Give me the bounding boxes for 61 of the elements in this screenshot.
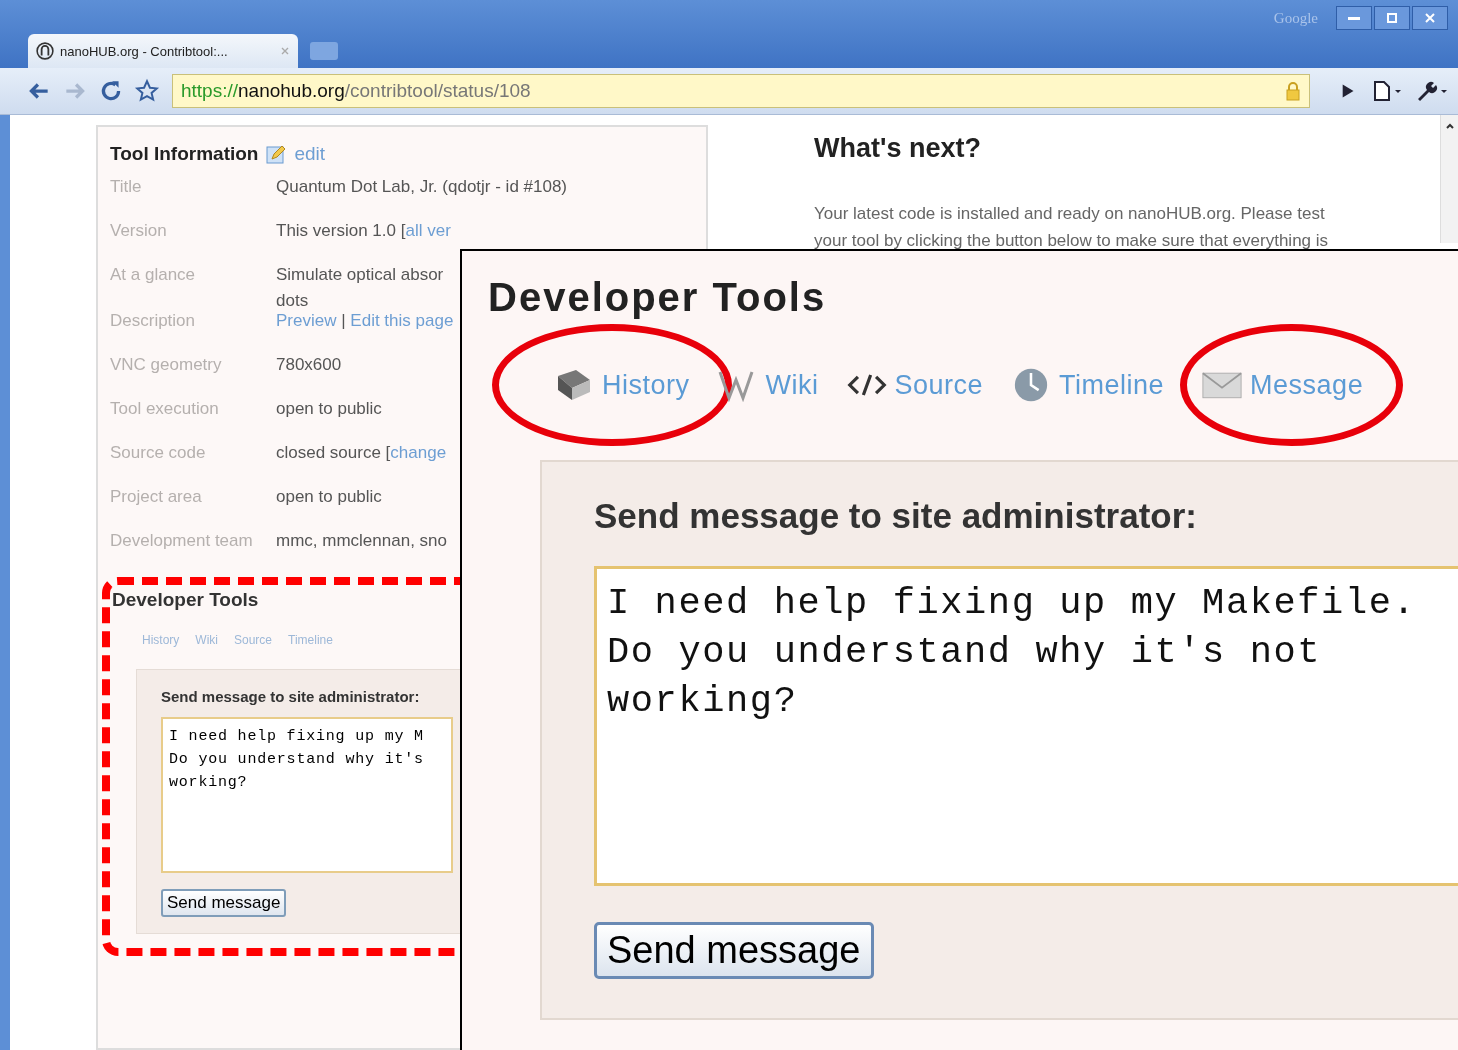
field-value: open to public <box>276 399 382 418</box>
paragraph: Your latest code is installed and ready on nanoHUB.org. Please test your tool by clicking the button below to make sure that everything is <box>814 203 1330 252</box>
panel-title: Developer Tools <box>488 275 828 320</box>
tool-tab[interactable]: Timeline <box>288 633 333 647</box>
message-field[interactable]: I need help fixing up my Makefile. Do you understand why it's not working? <box>594 566 1458 886</box>
edit-link[interactable]: edit <box>294 143 326 165</box>
field-value: closed source [ <box>276 443 391 462</box>
field-value: dots <box>276 291 310 311</box>
maximize-icon <box>1386 12 1398 24</box>
tool-tab[interactable]: History <box>142 633 180 647</box>
field-label: Source code <box>110 443 207 464</box>
field-label: Version <box>110 221 168 242</box>
send-button[interactable]: Send message <box>594 922 874 979</box>
star-icon[interactable] <box>134 78 160 104</box>
field-value: | <box>340 311 347 330</box>
field-label: Development team <box>110 531 254 552</box>
field-value: mmc, mmclennan, sno <box>276 531 447 550</box>
minimize-icon <box>1348 16 1360 20</box>
tool-tab[interactable]: Timeline <box>1011 368 1165 402</box>
tool-tab[interactable]: Source <box>846 368 984 402</box>
field-link[interactable]: Preview <box>276 311 337 330</box>
section-heading: What's next? <box>814 133 982 164</box>
field-value: 780x600 <box>276 355 342 374</box>
field-value: open to public <box>276 487 382 506</box>
send-button[interactable]: Send message <box>161 889 287 917</box>
message-field[interactable]: I need help fixing up my M Do you understand why it's working? <box>161 717 453 873</box>
form-label: Send message to site administrator: <box>161 688 421 705</box>
caret-icon[interactable] <box>1444 121 1455 131</box>
minimize-button[interactable] <box>1336 6 1372 30</box>
edit-icon[interactable] <box>266 144 287 164</box>
field-label: Description <box>110 311 197 332</box>
field-link[interactable]: Edit this page <box>350 311 454 330</box>
close-button[interactable] <box>1412 6 1448 30</box>
section-heading: Tool Information <box>110 143 259 165</box>
field-label: At a glance <box>110 265 197 286</box>
tool-tab[interactable]: Wiki <box>195 633 218 647</box>
section-heading: Developer Tools <box>112 589 259 611</box>
tool-tab[interactable]: Message <box>1202 368 1364 402</box>
tool-tab[interactable]: History <box>554 368 690 402</box>
field-label: Tool execution <box>110 399 220 420</box>
field-value: Quantum Dot Lab, Jr. (qdotjr - id #108) <box>276 177 568 196</box>
tool-tab[interactable]: Source <box>234 633 273 647</box>
tab-title: nanoHUB.org - Contribtool:... <box>60 43 229 59</box>
form-label: Send message to site administrator: <box>594 496 1198 536</box>
lock-icon <box>1285 81 1301 101</box>
field-value: This version 1.0 [ <box>276 221 406 240</box>
field-label: Title <box>110 177 143 198</box>
field-label: Project area <box>110 487 203 508</box>
field-link[interactable]: all ver <box>405 221 451 240</box>
tool-tab[interactable]: Wiki <box>717 368 819 402</box>
scrollbar[interactable] <box>1440 115 1458 243</box>
field-label: VNC geometry <box>110 355 223 376</box>
brand-label: Google <box>1273 10 1318 27</box>
browser-tab[interactable]: nanoHUB.org - Contribtool:... <box>28 34 298 68</box>
field-link[interactable]: change <box>390 443 447 462</box>
address-bar[interactable]: https://nanohub.org/contribtool/status/108 <box>172 74 1310 108</box>
site-logo-icon <box>36 42 54 60</box>
field-value: Simulate optical absor <box>276 265 444 284</box>
maximize-button[interactable] <box>1374 6 1410 30</box>
close-icon <box>1424 12 1436 24</box>
url-text: https://nanohub.org/contribtool/status/108 <box>181 80 532 102</box>
